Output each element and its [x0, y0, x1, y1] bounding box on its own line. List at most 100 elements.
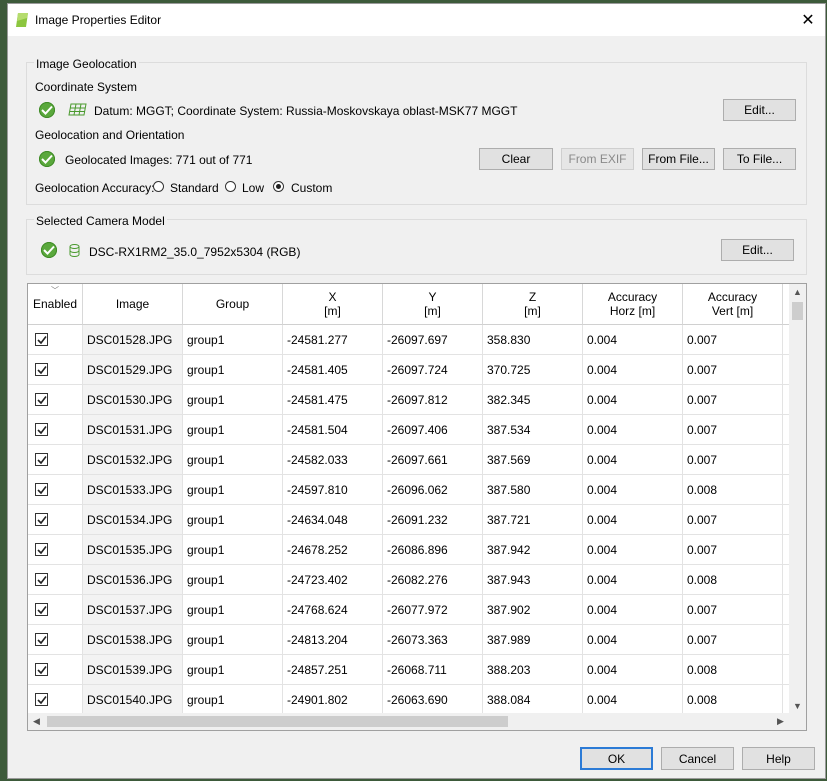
x-cell[interactable]: -24678.252	[283, 535, 383, 565]
z-cell[interactable]: 387.721	[483, 505, 583, 535]
z-cell[interactable]: 388.203	[483, 655, 583, 685]
x-cell[interactable]: -24581.277	[283, 325, 383, 355]
z-cell[interactable]: 387.569	[483, 445, 583, 475]
table-row[interactable]: DSC01539.JPG group1 -24857.251 -26068.711 38…	[28, 655, 791, 685]
x-cell[interactable]: -24901.802	[283, 685, 383, 715]
y-cell[interactable]: -26097.661	[383, 445, 483, 475]
group-cell[interactable]: group1	[183, 355, 283, 385]
image-cell[interactable]: DSC01535.JPG	[83, 535, 183, 565]
image-cell[interactable]: DSC01540.JPG	[83, 685, 183, 715]
enabled-checkbox[interactable]	[35, 363, 48, 376]
table-row[interactable]: DSC01537.JPG group1 -24768.624 -26077.972 38…	[28, 595, 791, 625]
group-cell[interactable]: group1	[183, 655, 283, 685]
table-row[interactable]: DSC01528.JPG group1 -24581.277 -26097.697 35…	[28, 325, 791, 355]
ok-button[interactable]: OK	[580, 747, 653, 770]
enabled-checkbox[interactable]	[35, 693, 48, 706]
accuracy-low-label[interactable]: Low	[242, 181, 264, 195]
enabled-checkbox[interactable]	[35, 633, 48, 646]
table-row[interactable]: DSC01529.JPG group1 -24581.405 -26097.724 37…	[28, 355, 791, 385]
scroll-down-icon[interactable]: ▼	[789, 701, 806, 711]
z-cell[interactable]: 358.830	[483, 325, 583, 355]
close-button[interactable]: ✕	[791, 4, 825, 36]
enabled-checkbox[interactable]	[35, 573, 48, 586]
accuracy-vert-cell[interactable]: 0.007	[683, 385, 783, 415]
help-button[interactable]: Help	[742, 747, 815, 770]
accuracy-vert-cell[interactable]: 0.007	[683, 445, 783, 475]
group-cell[interactable]: group1	[183, 325, 283, 355]
image-cell[interactable]: DSC01532.JPG	[83, 445, 183, 475]
enabled-checkbox[interactable]	[35, 453, 48, 466]
y-cell[interactable]: -26097.406	[383, 415, 483, 445]
camera-edit-button[interactable]: Edit...	[721, 239, 794, 261]
enabled-checkbox[interactable]	[35, 483, 48, 496]
y-cell[interactable]: -26096.062	[383, 475, 483, 505]
accuracy-standard-radio[interactable]	[153, 181, 164, 192]
header-accuracy-horz[interactable]: Accuracy Horz [m]	[583, 284, 683, 325]
x-cell[interactable]: -24582.033	[283, 445, 383, 475]
y-cell[interactable]: -26063.690	[383, 685, 483, 715]
accuracy-custom-label[interactable]: Custom	[291, 181, 332, 195]
accuracy-custom-radio[interactable]	[273, 181, 284, 192]
accuracy-vert-cell[interactable]: 0.007	[683, 595, 783, 625]
accuracy-horz-cell[interactable]: 0.004	[583, 595, 683, 625]
accuracy-standard-label[interactable]: Standard	[170, 181, 219, 195]
x-cell[interactable]: -24723.402	[283, 565, 383, 595]
x-cell[interactable]: -24581.475	[283, 385, 383, 415]
z-cell[interactable]: 387.902	[483, 595, 583, 625]
image-cell[interactable]: DSC01534.JPG	[83, 505, 183, 535]
accuracy-horz-cell[interactable]: 0.004	[583, 535, 683, 565]
accuracy-vert-cell[interactable]: 0.007	[683, 535, 783, 565]
z-cell[interactable]: 387.989	[483, 625, 583, 655]
scroll-up-icon[interactable]: ▲	[789, 287, 806, 297]
header-enabled[interactable]: ﹀ Enabled	[28, 284, 83, 325]
x-cell[interactable]: -24581.504	[283, 415, 383, 445]
enabled-checkbox[interactable]	[35, 333, 48, 346]
table-row[interactable]: DSC01530.JPG group1 -24581.475 -26097.812 38…	[28, 385, 791, 415]
enabled-checkbox[interactable]	[35, 393, 48, 406]
accuracy-horz-cell[interactable]: 0.004	[583, 445, 683, 475]
accuracy-horz-cell[interactable]: 0.004	[583, 355, 683, 385]
vertical-scrollbar[interactable]: ▲ ▼	[789, 284, 806, 714]
accuracy-vert-cell[interactable]: 0.008	[683, 565, 783, 595]
horizontal-scroll-thumb[interactable]	[47, 716, 508, 727]
coordinate-edit-button[interactable]: Edit...	[723, 99, 796, 121]
image-cell[interactable]: DSC01533.JPG	[83, 475, 183, 505]
image-cell[interactable]: DSC01529.JPG	[83, 355, 183, 385]
group-cell[interactable]: group1	[183, 685, 283, 715]
table-row[interactable]: DSC01533.JPG group1 -24597.810 -26096.062 38…	[28, 475, 791, 505]
header-z[interactable]: Z [m]	[483, 284, 583, 325]
y-cell[interactable]: -26077.972	[383, 595, 483, 625]
table-row[interactable]: DSC01535.JPG group1 -24678.252 -26086.896 38…	[28, 535, 791, 565]
group-cell[interactable]: group1	[183, 445, 283, 475]
z-cell[interactable]: 387.580	[483, 475, 583, 505]
table-row[interactable]: DSC01540.JPG group1 -24901.802 -26063.690 38…	[28, 685, 791, 715]
accuracy-horz-cell[interactable]: 0.004	[583, 655, 683, 685]
table-row[interactable]: DSC01536.JPG group1 -24723.402 -26082.276 38…	[28, 565, 791, 595]
y-cell[interactable]: -26068.711	[383, 655, 483, 685]
z-cell[interactable]: 388.084	[483, 685, 583, 715]
enabled-checkbox[interactable]	[35, 543, 48, 556]
to-file-button[interactable]: To File...	[723, 148, 796, 170]
group-cell[interactable]: group1	[183, 475, 283, 505]
accuracy-vert-cell[interactable]: 0.007	[683, 415, 783, 445]
group-cell[interactable]: group1	[183, 535, 283, 565]
enabled-checkbox[interactable]	[35, 513, 48, 526]
image-cell[interactable]: DSC01531.JPG	[83, 415, 183, 445]
header-x[interactable]: X [m]	[283, 284, 383, 325]
x-cell[interactable]: -24634.048	[283, 505, 383, 535]
x-cell[interactable]: -24857.251	[283, 655, 383, 685]
enabled-checkbox[interactable]	[35, 603, 48, 616]
scroll-left-icon[interactable]: ◀	[28, 716, 45, 727]
header-accuracy-vert[interactable]: Accuracy Vert [m]	[683, 284, 783, 325]
z-cell[interactable]: 382.345	[483, 385, 583, 415]
accuracy-vert-cell[interactable]: 0.008	[683, 475, 783, 505]
x-cell[interactable]: -24813.204	[283, 625, 383, 655]
table-row[interactable]: DSC01532.JPG group1 -24582.033 -26097.661 38…	[28, 445, 791, 475]
scroll-right-icon[interactable]: ▶	[772, 716, 789, 727]
y-cell[interactable]: -26086.896	[383, 535, 483, 565]
from-exif-button[interactable]: From EXIF	[561, 148, 634, 170]
accuracy-horz-cell[interactable]: 0.004	[583, 325, 683, 355]
clear-button[interactable]: Clear	[479, 148, 553, 170]
group-cell[interactable]: group1	[183, 505, 283, 535]
table-row[interactable]: DSC01534.JPG group1 -24634.048 -26091.232 38…	[28, 505, 791, 535]
